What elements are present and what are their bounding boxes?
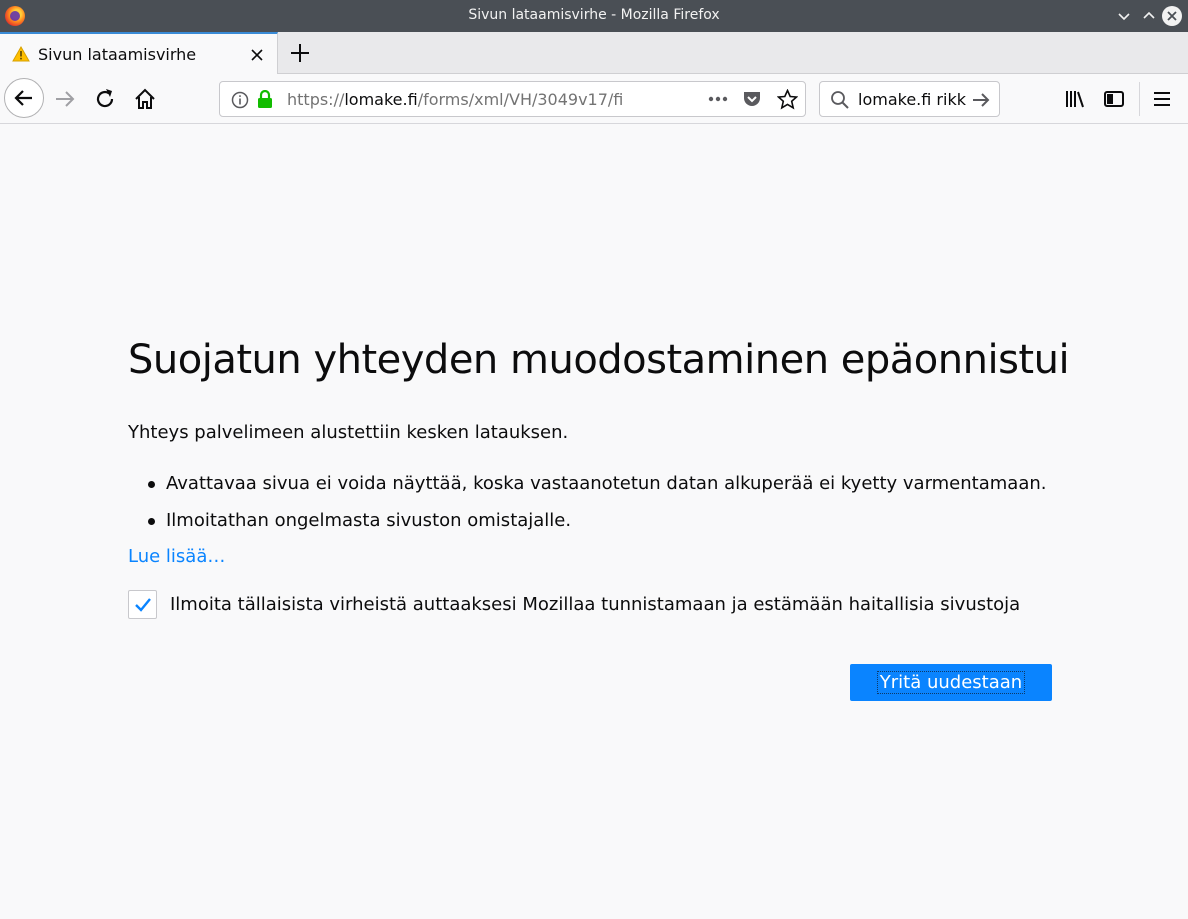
back-button[interactable] xyxy=(4,78,44,118)
library-icon[interactable] xyxy=(1063,87,1087,111)
list-item: Avattavaa sivua ei voida näyttää, koska … xyxy=(148,465,1046,502)
chevron-down-icon xyxy=(1118,13,1130,21)
search-icon xyxy=(831,91,849,109)
window-titlebar: Sivun lataamisvirhe - Mozilla Firefox xyxy=(0,0,1188,32)
toolbar-separator xyxy=(1139,82,1140,116)
maximize-button[interactable] xyxy=(1139,6,1159,26)
close-window-button[interactable] xyxy=(1162,6,1182,26)
error-description: Yhteys palvelimeen alustettiin kesken la… xyxy=(128,422,569,443)
checkmark-icon xyxy=(134,597,151,612)
learn-more-link[interactable]: Lue lisää… xyxy=(128,546,225,567)
report-errors-checkbox[interactable] xyxy=(128,590,157,619)
retry-button[interactable]: Yritä uudestaan xyxy=(850,664,1052,701)
url-text[interactable]: https://lomake.fi/forms/xml/VH/3049v17/f… xyxy=(287,90,623,109)
new-tab-button[interactable] xyxy=(288,41,312,65)
url-scheme: https:// xyxy=(287,90,345,109)
info-icon[interactable] xyxy=(231,91,249,109)
error-bullet-list: Avattavaa sivua ei voida näyttää, koska … xyxy=(148,465,1046,539)
list-item: Ilmoitathan ongelmasta sivuston omistaja… xyxy=(148,502,1046,539)
forward-button[interactable] xyxy=(53,87,77,111)
chevron-up-icon xyxy=(1143,11,1155,19)
tab-error-page[interactable]: Sivun lataamisvirhe xyxy=(0,32,278,74)
lock-icon[interactable] xyxy=(257,90,273,109)
arrow-left-icon xyxy=(14,90,32,106)
minimize-button[interactable] xyxy=(1114,6,1134,26)
close-icon xyxy=(1167,11,1177,21)
url-path: /forms/xml/VH/3049v17/fi xyxy=(417,90,624,109)
reload-button[interactable] xyxy=(93,87,117,111)
window-title: Sivun lataamisvirhe - Mozilla Firefox xyxy=(468,7,720,23)
error-page: Suojatun yhteyden muodostaminen epäonnis… xyxy=(0,125,1188,915)
navigation-toolbar: https://lomake.fi/forms/xml/VH/3049v17/f… xyxy=(0,74,1188,124)
bookmark-star-icon[interactable] xyxy=(777,89,798,110)
search-input[interactable]: lomake.fi rikk xyxy=(858,90,966,109)
url-bar[interactable]: https://lomake.fi/forms/xml/VH/3049v17/f… xyxy=(219,81,806,117)
search-bar[interactable]: lomake.fi rikk xyxy=(819,81,1000,117)
warning-icon xyxy=(12,46,30,62)
report-errors-label: Ilmoita tällaisista virheistä auttaakses… xyxy=(170,594,1021,615)
retry-button-label: Yritä uudestaan xyxy=(876,671,1026,694)
hamburger-menu-icon[interactable] xyxy=(1150,87,1174,111)
url-host: lomake.fi xyxy=(344,90,418,109)
go-arrow-icon[interactable] xyxy=(971,90,991,110)
page-actions-icon[interactable] xyxy=(708,96,728,102)
page-title: Suojatun yhteyden muodostaminen epäonnis… xyxy=(128,337,1070,383)
close-tab-icon[interactable] xyxy=(248,46,266,64)
home-button[interactable] xyxy=(133,87,157,111)
tab-strip: Sivun lataamisvirhe xyxy=(0,32,1188,74)
sidebar-toggle-icon[interactable] xyxy=(1102,87,1126,111)
tab-label: Sivun lataamisvirhe xyxy=(38,45,197,64)
pocket-icon[interactable] xyxy=(742,89,762,109)
